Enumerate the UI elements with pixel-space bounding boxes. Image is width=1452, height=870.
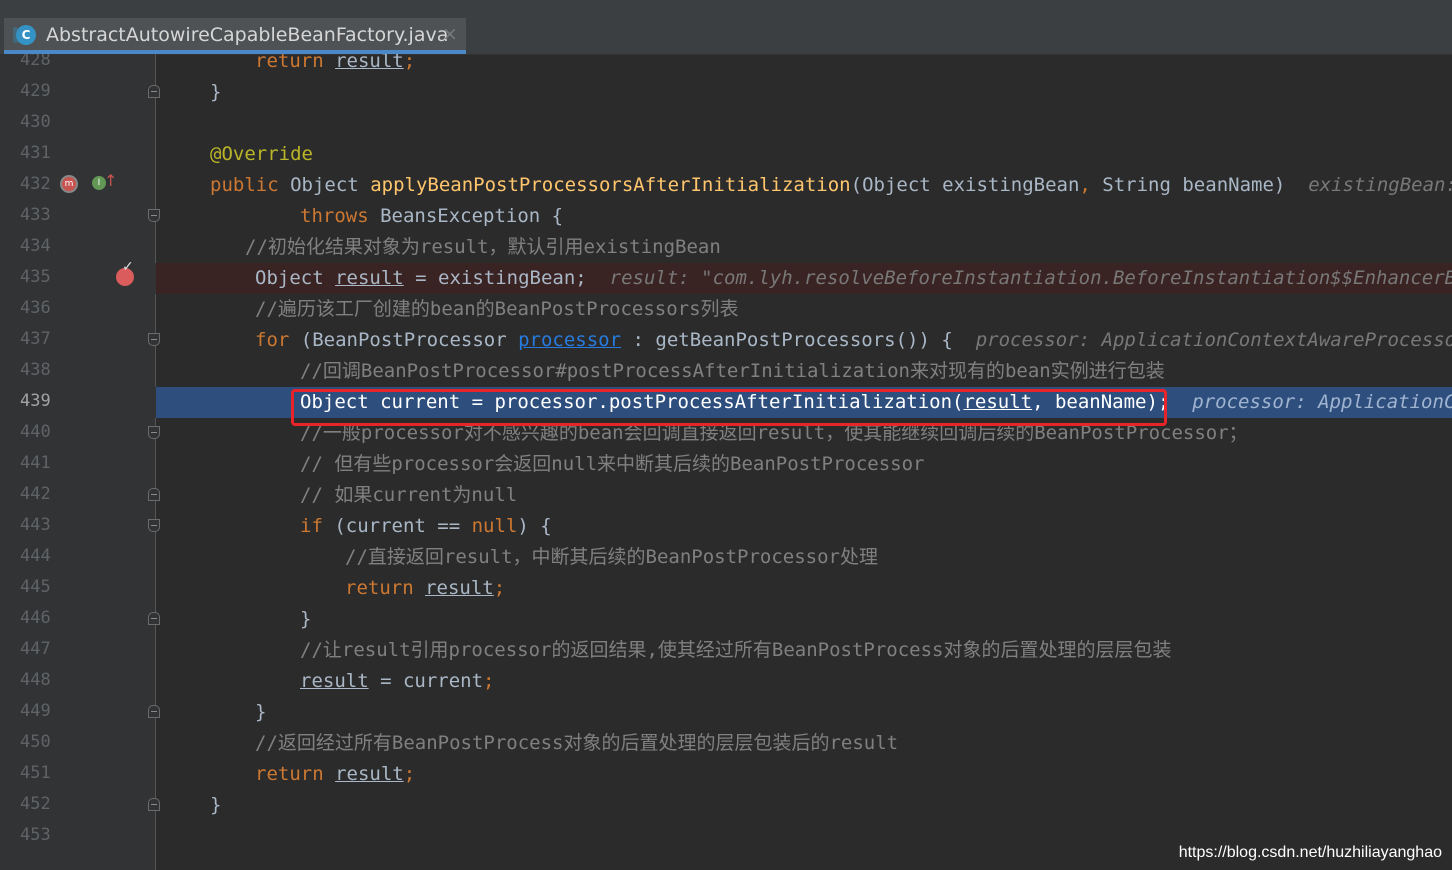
breakpoint-icon[interactable] [116, 259, 134, 286]
line-number: 443 [20, 515, 51, 535]
inline-debug-hint: result: "com.lyh.resolveBeforeInstantiat… [609, 267, 1452, 289]
line-number: 450 [20, 732, 51, 752]
code-line[interactable]: 428 return result; [0, 54, 1452, 77]
code-line[interactable]: 433 throws BeansException { [0, 201, 1452, 232]
line-number: 438 [20, 360, 51, 380]
code-line[interactable]: 448 result = current; [0, 666, 1452, 697]
fold-icon[interactable] [148, 612, 160, 625]
line-number: 447 [20, 639, 51, 659]
code-comment: // 但有些processor会返回null来中断其后续的BeanPostPro… [300, 453, 925, 475]
code-comment: //遍历该工厂创建的bean的BeanPostProcessors列表 [255, 298, 739, 320]
code-comment: //回调BeanPostProcessor#postProcessAfterIn… [300, 360, 1165, 382]
line-number: 430 [20, 112, 51, 132]
code-line[interactable]: 437 for (BeanPostProcessor processor : g… [0, 325, 1452, 356]
method-name: applyBeanPostProcessorsAfterInitializati… [370, 174, 851, 196]
code-editor[interactable]: 428 return result; 429 } 430 431 @Overri… [0, 54, 1452, 870]
code-line[interactable]: 442 // 如果current为null [0, 480, 1452, 511]
fold-icon[interactable] [148, 798, 160, 811]
code-line[interactable]: 435 Object result = existingBean; result… [0, 259, 1452, 294]
code-line[interactable]: 431 @Override [0, 139, 1452, 170]
code-line[interactable]: 434 //初始化结果对象为result，默认引用existingBean [0, 232, 1452, 263]
fold-icon[interactable] [148, 426, 160, 439]
fold-icon[interactable] [148, 333, 160, 346]
line-number: 428 [20, 54, 51, 70]
line-number: 439 [20, 391, 51, 411]
fold-icon[interactable] [148, 488, 160, 501]
line-number: 446 [20, 608, 51, 628]
processor-variable[interactable]: processor [518, 329, 621, 351]
line-number: 448 [20, 670, 51, 690]
editor-tab-bar: C AbstractAutowireCapableBeanFactory.jav… [0, 14, 1452, 55]
code-line[interactable]: 441 // 但有些processor会返回null来中断其后续的BeanPos… [0, 449, 1452, 480]
code-comment: //直接返回result，中断其后续的BeanPostProcessor处理 [345, 546, 878, 568]
code-line[interactable]: 443 if (current == null) { [0, 511, 1452, 542]
menu-bar-strip [0, 0, 1452, 15]
line-number: 441 [20, 453, 51, 473]
code-comment: // 如果current为null [300, 484, 518, 506]
line-number: 444 [20, 546, 51, 566]
code-line[interactable]: 429 } [0, 77, 1452, 108]
code-comment: //初始化结果对象为result，默认引用existingBean [245, 236, 721, 258]
line-number: 453 [20, 825, 51, 845]
highlight-annotation-box [291, 389, 1167, 426]
code-comment: //返回经过所有BeanPostProcess对象的后置处理的层层包装后的res… [255, 732, 899, 754]
close-icon[interactable]: × [442, 23, 458, 45]
inline-debug-hint: processor: ApplicationCon [1192, 391, 1452, 413]
line-number: 451 [20, 763, 51, 783]
line-number: 433 [20, 205, 51, 225]
code-line[interactable]: 444 //直接返回result，中断其后续的BeanPostProcessor… [0, 542, 1452, 573]
line-number: 449 [20, 701, 51, 721]
code-line[interactable]: 430 [0, 108, 1452, 139]
arrow-up-icon: ↑ [104, 171, 118, 190]
code-line[interactable]: 438 //回调BeanPostProcessor#postProcessAft… [0, 356, 1452, 387]
line-number: 435 [20, 267, 51, 287]
line-number: 437 [20, 329, 51, 349]
line-number: 436 [20, 298, 51, 318]
code-comment: //让result引用processor的返回结果,使其经过所有BeanPost… [300, 639, 1172, 661]
line-number: 429 [20, 81, 51, 101]
code-line[interactable]: 436 //遍历该工厂创建的bean的BeanPostProcessors列表 [0, 294, 1452, 325]
code-line[interactable]: 432 m I ↑ public Object applyBeanPostPro… [0, 170, 1452, 201]
fold-icon[interactable] [148, 209, 160, 222]
inline-debug-hint: existingBean: [1308, 174, 1452, 196]
fold-icon[interactable] [148, 705, 160, 718]
tab-title: AbstractAutowireCapableBeanFactory.java [46, 24, 449, 46]
watermark-url: https://blog.csdn.net/huzhiliayanghao [1178, 844, 1442, 861]
code-line[interactable]: 452 } [0, 790, 1452, 821]
override-icon[interactable]: m [60, 175, 78, 193]
code-line[interactable]: 447 //让result引用processor的返回结果,使其经过所有Bean… [0, 635, 1452, 666]
line-number: 452 [20, 794, 51, 814]
code-line[interactable]: 446 } [0, 604, 1452, 635]
fold-icon[interactable] [148, 519, 160, 532]
line-number: 432 [20, 174, 51, 194]
inline-debug-hint: processor: ApplicationContextAwareProces… [975, 329, 1452, 351]
code-line[interactable]: 451 return result; [0, 759, 1452, 790]
line-number: 442 [20, 484, 51, 504]
code-line[interactable]: 445 return result; [0, 573, 1452, 604]
code-line[interactable]: 450 //返回经过所有BeanPostProcess对象的后置处理的层层包装后… [0, 728, 1452, 759]
java-class-icon: C [13, 25, 36, 45]
line-number: 431 [20, 143, 51, 163]
line-number: 434 [20, 236, 51, 256]
fold-icon[interactable] [148, 85, 160, 98]
line-number: 445 [20, 577, 51, 597]
line-number: 440 [20, 422, 51, 442]
tab-abstract-autowire-capable-bean-factory[interactable]: C AbstractAutowireCapableBeanFactory.jav… [4, 18, 466, 54]
code-line[interactable]: 449 } [0, 697, 1452, 728]
